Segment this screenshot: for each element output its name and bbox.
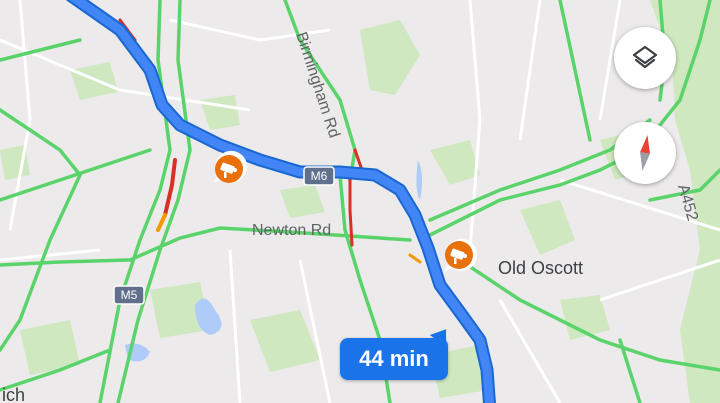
compass-icon (640, 135, 650, 171)
place-label-old-oscott: Old Oscott (498, 258, 584, 278)
speed-camera-icon (214, 150, 248, 183)
shield-m5: M5 (113, 285, 145, 305)
svg-text:M6: M6 (311, 169, 328, 183)
shield-m6: M6 (303, 166, 335, 186)
speed-camera-marker[interactable] (208, 150, 248, 190)
map-view[interactable]: Birmingham Rd Newton Rd A452 M6 M5 Old O… (0, 0, 720, 403)
road-label-birmingham-rd: Birmingham Rd (292, 30, 342, 140)
speed-camera-marker[interactable] (438, 236, 478, 276)
road-label-newton-rd: Newton Rd (252, 222, 331, 239)
layers-button[interactable] (614, 27, 676, 89)
eta-bubble[interactable]: 44 min (340, 338, 448, 380)
layers-icon (632, 45, 658, 69)
svg-text:M5: M5 (121, 288, 138, 302)
speed-camera-icon (444, 238, 478, 272)
compass-button[interactable] (614, 122, 676, 184)
eta-label: 44 min (359, 346, 429, 371)
place-label-partial: ich (2, 385, 26, 403)
